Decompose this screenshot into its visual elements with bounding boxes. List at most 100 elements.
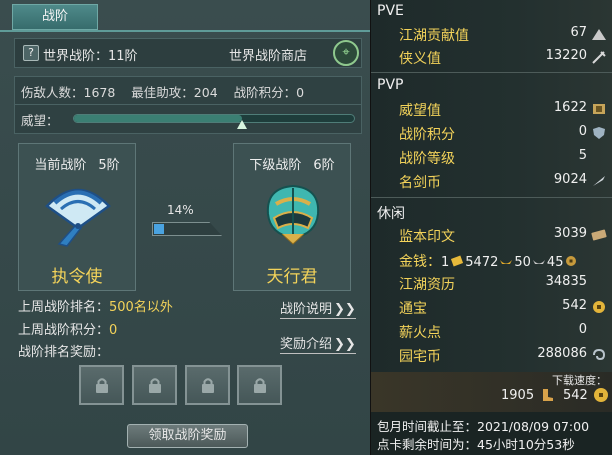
rank-explain-link[interactable]: 战阶说明 ❯❯ [280,298,356,319]
leisure-row-seniority: 江湖资历 34835 [399,274,611,294]
reward-slot[interactable] [79,365,124,405]
current-rank-heading: 当前战阶 [34,158,87,173]
divider [371,197,612,198]
shield-icon [593,127,605,139]
seal-icon [591,229,607,241]
lock-icon [202,378,214,393]
money-label: 金钱： [399,254,441,270]
row-value: 542 [562,298,587,313]
rank-progress-bar [152,222,222,236]
map-pin-icon[interactable]: ⌖ [333,40,359,66]
reward-label: 战阶排名奖励： [18,345,110,360]
row-value: 5 [578,148,587,163]
pvp-row-prestige: 威望值 1622 [399,100,611,120]
row-label: 通宝 [399,301,427,317]
row-value: 9024 [553,172,587,187]
points-card-remaining: 点卡剩余时间为：45小时10分53秒 [377,437,575,452]
pve-row-contribution: 江湖贡献值 67 [399,25,611,45]
money-gold: 5472 [465,255,499,270]
stats-row: 伤敌人数：1678 最佳助攻：204 战阶积分：0 [21,82,316,101]
helmet-icon [266,184,320,245]
current-rank-level: 5阶 [98,158,120,173]
fan-icon [45,188,111,247]
leisure-row-seal: 监本印文 3039 [399,226,611,246]
row-label: 侠义值 [399,51,441,67]
prestige-bar-fill [74,115,242,122]
last-week-rank-value: 500名以外 [109,300,173,315]
leisure-title: 休闲 [377,206,405,222]
pve-row-chivalry: 侠义值 13220 [399,48,611,68]
row-label: 名剑币 [399,175,441,191]
tent-icon [592,29,606,40]
reward-intro-link[interactable]: 奖励介绍 ❯❯ [280,333,356,354]
row-value: 0 [578,124,587,139]
money-copper: 45 [546,255,564,270]
row-value: 34835 [545,274,587,289]
row-value: 3039 [553,226,587,241]
divider [15,104,361,105]
claim-reward-button[interactable]: 领取战阶奖励 [127,424,248,448]
assist-count: 最佳助攻：204 [131,85,218,100]
row-value: 1622 [553,100,587,115]
leisure-row-firewood: 薪火点 0 [399,322,611,342]
world-rank-bar: ? 世界战阶：11阶 世界战阶商店 ⌖ [14,38,362,68]
pvp-row-rank-level: 战阶等级 5 [399,148,611,168]
row-value: 67 [570,25,587,40]
current-rank-head: 当前战阶 5阶 [19,154,135,173]
injured-count: 伤敌人数：1678 [21,85,116,100]
current-rank-name: 执令使 [51,267,103,287]
row-label: 战阶积分 [399,127,455,143]
next-rank-heading: 下级战阶 [249,158,302,173]
download-speed-label: 下载速度： [552,374,607,387]
row-label: 战阶等级 [399,151,455,167]
banner-icon [593,104,605,114]
pvp-row-sword-coin: 名剑币 9024 [399,172,611,192]
next-rank-level: 6阶 [313,158,335,173]
shop-label[interactable]: 世界战阶商店 [229,45,307,64]
boot-icon [543,389,553,401]
last-week-points-row: 上周战阶积分：0 [18,319,117,338]
reward-slot[interactable] [185,365,230,405]
reward-intro-label: 奖励介绍 [280,337,333,352]
last-week-rank-row: 上周战阶排名：500名以外 [18,296,173,315]
stats-box: 伤敌人数：1678 最佳助攻：204 战阶积分：0 威望： [14,76,362,134]
swirl-icon [593,348,606,361]
account-time-footer: 包月时间截止至：2021/08/09 07:00 点卡剩余时间为：45小时10分… [371,412,612,455]
row-label: 监本印文 [399,229,455,245]
row-label: 园宅币 [399,349,441,365]
row-label: 威望值 [399,103,441,119]
strip-value-2: 542 [563,388,588,403]
row-label: 江湖贡献值 [399,28,469,44]
download-strip: 下载速度： 1905 542 [371,372,612,412]
next-rank-name: 天行君 [266,267,318,287]
leisure-row-tongbao: 通宝 542 [399,298,611,318]
row-value: 0 [578,322,587,337]
rank-explain-label: 战阶说明 [280,302,333,317]
money-brick: 1 [441,255,450,270]
lock-icon [149,378,161,393]
reward-slot[interactable] [132,365,177,405]
gold-ingot-icon [500,260,513,264]
rank-panel: 战阶 ? 世界战阶：11阶 世界战阶商店 ⌖ 伤敌人数：1678 最佳助攻：20… [0,0,370,455]
tab-underline [0,30,370,32]
row-label: 薪火点 [399,325,441,341]
money-row: 金钱：1 5472 50 45 [399,251,611,271]
pvp-row-rank-points: 战阶积分 0 [399,124,611,144]
prestige-bar [73,114,355,123]
rank-points: 战阶积分：0 [233,85,305,100]
reward-slot[interactable] [237,365,282,405]
pvp-title: PVP [377,77,404,93]
double-chevron-right-icon: ❯❯ [334,337,356,352]
world-rank-text: 世界战阶：11阶 [43,49,138,64]
lock-icon [254,378,266,393]
last-week-rank-label: 上周战阶排名： [18,300,110,315]
double-chevron-right-icon: ❯❯ [334,302,356,317]
currency-panel: PVE 江湖贡献值 67 侠义值 13220 PVP 威望值 1622 战阶积分… [370,0,612,455]
help-icon[interactable]: ? [23,45,39,61]
tab-rank[interactable]: 战阶 [12,4,98,30]
leisure-row-home-coin: 园宅币 288086 [399,346,611,366]
sword-icon [592,51,606,64]
row-label: 江湖资历 [399,277,455,293]
lock-icon [96,378,108,393]
row-value: 13220 [545,48,587,63]
